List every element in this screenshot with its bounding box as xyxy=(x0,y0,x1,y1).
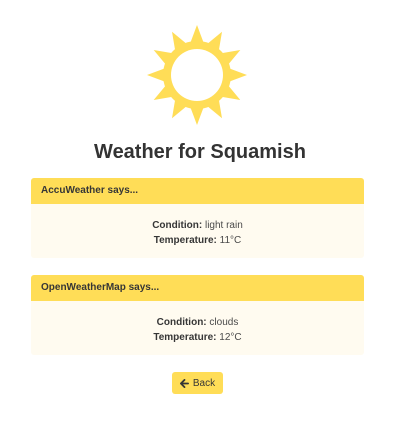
temperature-value: 11°C xyxy=(219,235,242,246)
temperature-value: 12°C xyxy=(219,332,242,343)
condition-label: Condition: xyxy=(156,317,207,328)
card-body: Condition: light rain Temperature: 11°C xyxy=(31,204,364,248)
condition-label: Condition: xyxy=(152,220,203,231)
temperature-label: Temperature: xyxy=(153,332,217,343)
temperature-row: Temperature: 12°C xyxy=(31,330,364,345)
temperature-row: Temperature: 11°C xyxy=(31,233,364,248)
card-header: AccuWeather says... xyxy=(31,178,364,204)
card-header: OpenWeatherMap says... xyxy=(31,275,364,301)
sun-icon xyxy=(147,25,247,125)
condition-row: Condition: clouds xyxy=(31,315,364,330)
back-button[interactable]: Back xyxy=(172,372,223,394)
condition-value: clouds xyxy=(209,317,239,328)
arrow-left-icon xyxy=(179,378,189,388)
weather-page: Weather for Squamish AccuWeather says...… xyxy=(0,0,400,425)
condition-value: light rain xyxy=(204,220,243,231)
openweathermap-card: OpenWeatherMap says... Condition: clouds… xyxy=(31,275,364,355)
accuweather-card: AccuWeather says... Condition: light rai… xyxy=(31,178,364,258)
page-title: Weather for Squamish xyxy=(94,141,306,163)
condition-row: Condition: light rain xyxy=(31,218,364,233)
temperature-label: Temperature: xyxy=(153,235,217,246)
card-body: Condition: clouds Temperature: 12°C xyxy=(31,301,364,345)
back-button-label: Back xyxy=(192,377,216,389)
